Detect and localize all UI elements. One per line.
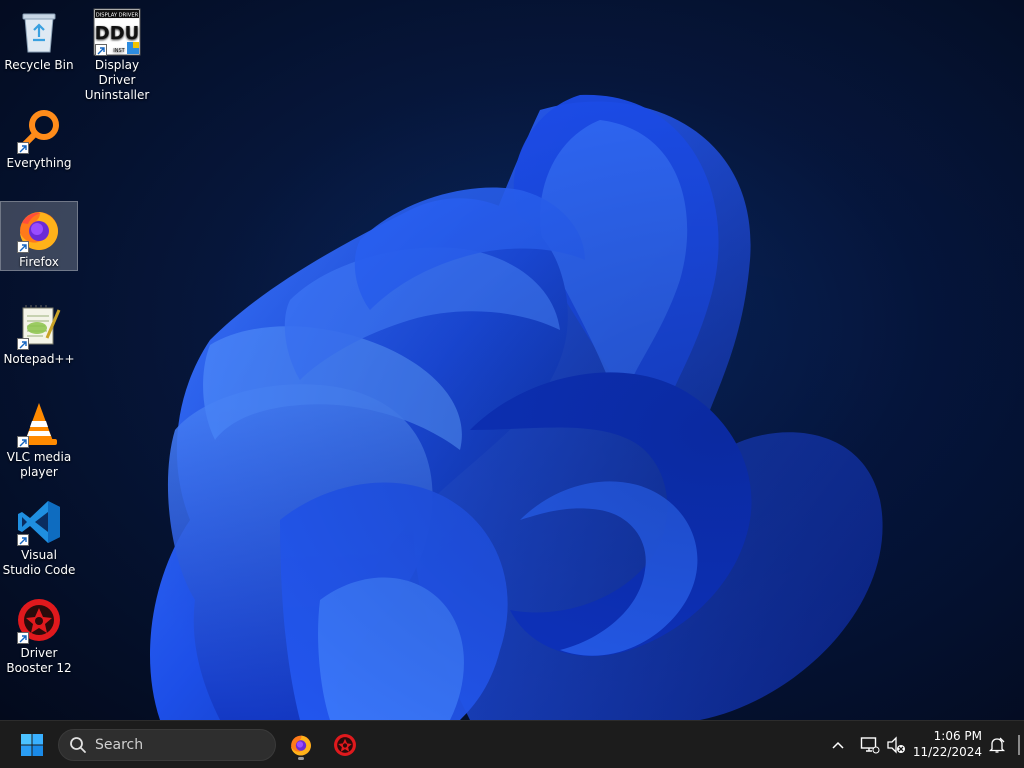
svg-text:DISPLAY DRIVER: DISPLAY DRIVER xyxy=(96,13,139,19)
bloom-wallpaper xyxy=(0,0,1024,720)
recycle-bin-icon xyxy=(15,8,63,56)
everything-search-icon xyxy=(15,106,63,154)
desktop-icon-display-driver-uninstaller[interactable]: DISPLAY DRIVER DDU INST Display Driver U… xyxy=(79,4,155,102)
network-monitor-icon xyxy=(860,737,880,754)
show-desktop-button[interactable] xyxy=(1018,735,1020,755)
desktop-icon-label: Display Driver Uninstaller xyxy=(84,58,150,102)
network-status-button[interactable] xyxy=(858,733,882,757)
windows-logo-icon xyxy=(21,734,43,756)
shortcut-arrow-icon xyxy=(17,632,29,644)
vlc-cone-icon xyxy=(15,400,63,448)
clock-time: 1:06 PM xyxy=(933,729,982,743)
desktop-icon-firefox[interactable]: Firefox xyxy=(0,201,78,271)
desktop-icon-vlc-media-player[interactable]: VLC media player xyxy=(1,396,77,486)
vscode-icon xyxy=(15,498,63,546)
desktop-icon-label: Driver Booster 12 xyxy=(6,646,72,675)
start-button[interactable] xyxy=(16,729,48,761)
driver-booster-icon xyxy=(334,734,356,756)
volume-button[interactable] xyxy=(884,733,908,757)
taskbar-app-firefox[interactable] xyxy=(284,727,318,763)
notepad-plus-plus-icon xyxy=(15,302,63,350)
notification-bell-icon xyxy=(988,737,1006,753)
desktop-icon-recycle-bin[interactable]: Recycle Bin xyxy=(1,4,77,82)
desktop-icon-visual-studio-code[interactable]: Visual Studio Code xyxy=(1,494,77,584)
svg-text:INST: INST xyxy=(113,48,125,54)
taskbar-search-box[interactable]: Search xyxy=(58,729,276,761)
driver-booster-icon xyxy=(15,596,63,644)
show-hidden-icons-button[interactable] xyxy=(828,733,848,757)
notifications-button[interactable] xyxy=(986,733,1008,757)
clock[interactable]: 1:06 PM 11/22/2024 xyxy=(908,728,982,760)
desktop-icon-label: VLC media player xyxy=(6,450,72,479)
shortcut-arrow-icon xyxy=(17,338,29,350)
desktop-icon-label: Visual Studio Code xyxy=(2,548,76,577)
speaker-muted-icon xyxy=(887,736,905,754)
search-icon xyxy=(69,736,87,754)
desktop-icon-everything[interactable]: Everything xyxy=(1,102,77,180)
desktop-icon-notepad-plus-plus[interactable]: Notepad++ xyxy=(1,298,77,376)
shortcut-arrow-icon xyxy=(17,534,29,546)
taskbar: Search 1:06 PM 11/22/2024 xyxy=(0,720,1024,768)
desktop-icon-label: Notepad++ xyxy=(3,352,75,366)
clock-date: 11/22/2024 xyxy=(912,745,982,759)
shortcut-arrow-icon xyxy=(95,44,107,56)
running-indicator xyxy=(298,757,304,760)
desktop[interactable]: Recycle Bin DISPLAY DRIVER DDU INST Disp… xyxy=(0,0,1024,720)
desktop-icon-label: Firefox xyxy=(19,255,59,269)
svg-text:DDU: DDU xyxy=(95,23,140,44)
shortcut-arrow-icon xyxy=(17,241,29,253)
firefox-icon xyxy=(15,206,63,253)
chevron-up-icon xyxy=(832,741,844,749)
shortcut-arrow-icon xyxy=(17,436,29,448)
firefox-icon xyxy=(291,735,311,756)
shortcut-arrow-icon xyxy=(17,142,29,154)
ddu-icon: DISPLAY DRIVER DDU INST xyxy=(93,8,141,56)
desktop-icon-label: Everything xyxy=(6,156,72,170)
search-label: Search xyxy=(95,737,144,753)
taskbar-app-driver-booster[interactable] xyxy=(328,727,362,763)
desktop-icon-label: Recycle Bin xyxy=(4,58,74,72)
desktop-icon-driver-booster[interactable]: Driver Booster 12 xyxy=(1,592,77,682)
